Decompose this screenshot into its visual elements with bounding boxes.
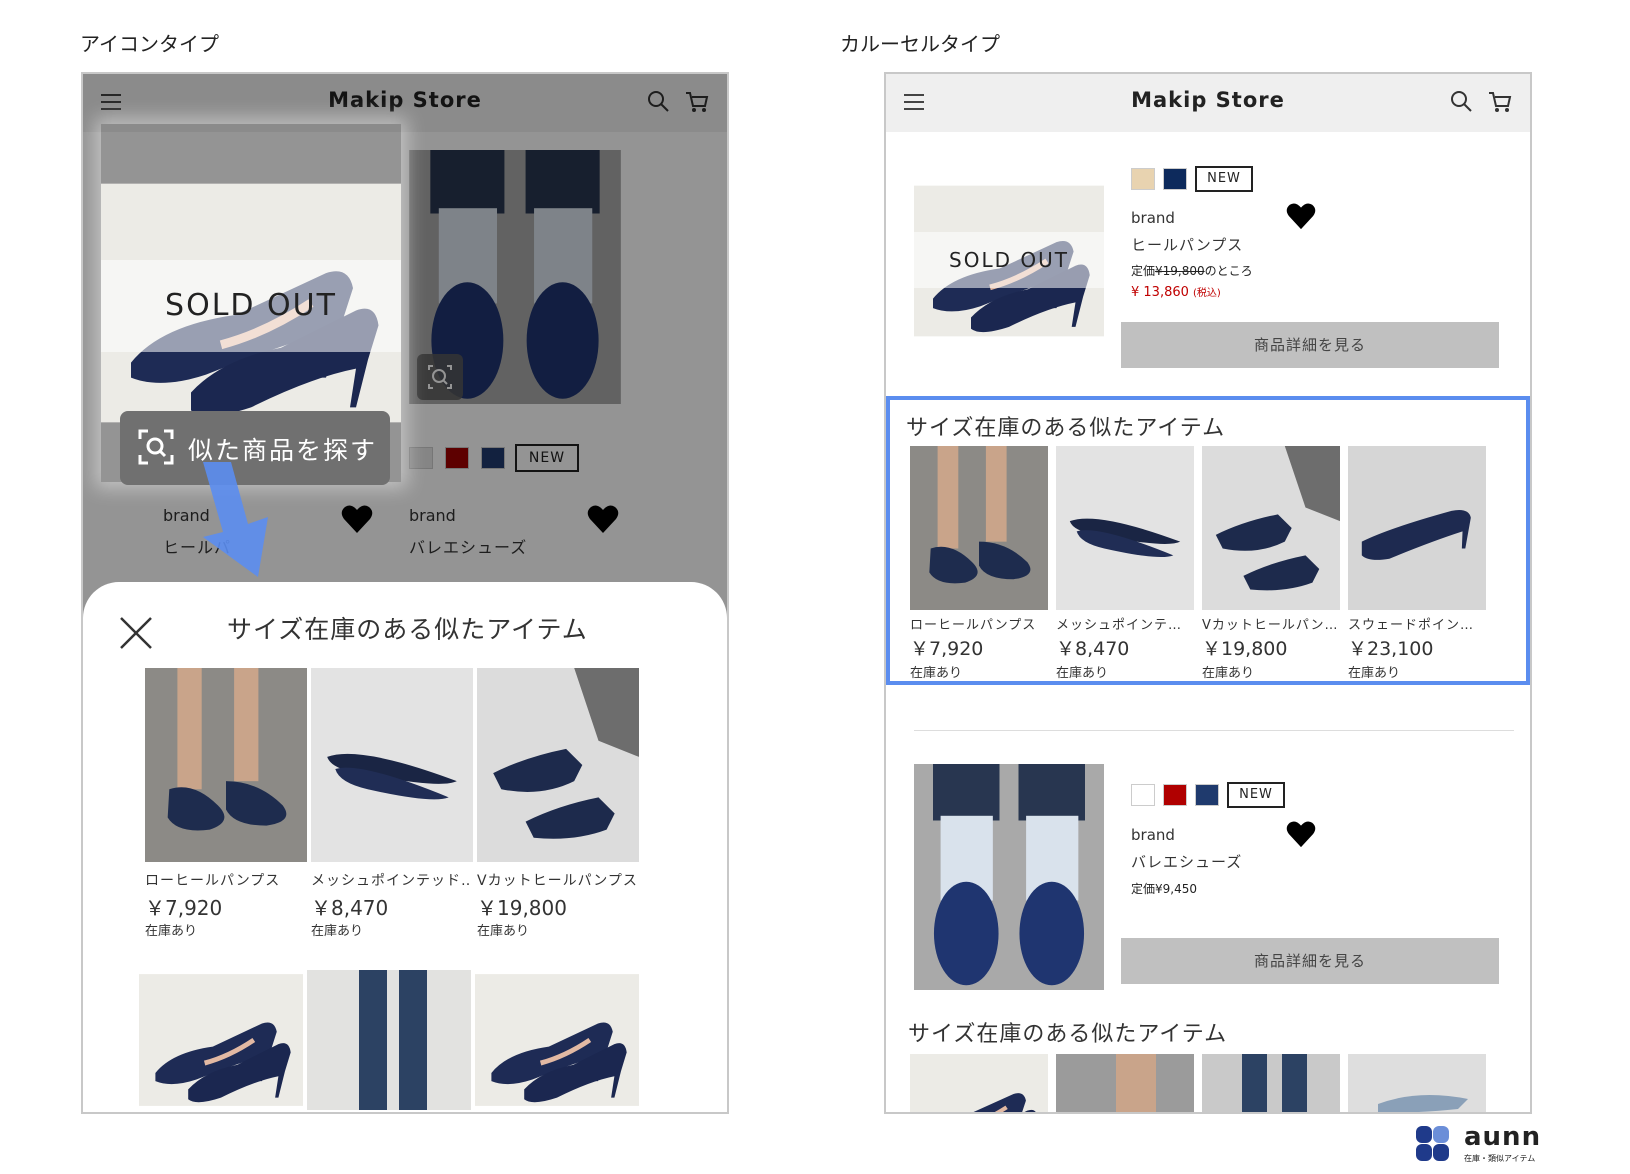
item-image[interactable] [477,668,639,862]
item-price: ￥8,470 [311,896,389,920]
product-image-ballet[interactable] [914,764,1104,990]
arrow-icon [203,462,268,577]
carousel-item-price: ￥23,100 [1348,638,1434,660]
list-price: 定価¥9,450 [1131,882,1197,896]
item-stock: 在庫あり [477,924,530,939]
product-name: ヒールパンプス [1131,236,1244,254]
favorite-heart-icon[interactable] [1286,202,1316,230]
brand-label: brand [1131,826,1175,844]
sale-price: ¥ 13,860 (税込) [1131,285,1221,300]
new-badge: NEW [1195,166,1253,192]
carousel-item-image[interactable] [1348,446,1486,610]
logo-word: aunn [1464,1122,1542,1152]
item-image[interactable] [145,668,307,862]
item-stock: 在庫あり [311,924,364,939]
sheet-title: サイズ在庫のある似たアイテム [227,615,588,644]
carousel-item-image[interactable] [910,446,1048,610]
carousel-item-price: ￥8,470 [1056,638,1130,660]
new-badge: NEW [1227,782,1285,808]
carousel-item-image[interactable] [1202,446,1340,610]
carousel-title: サイズ在庫のある似たアイテム [906,416,1226,441]
color-swatch[interactable] [1131,784,1155,806]
carousel-item-stock: 在庫あり [1202,666,1255,681]
carousel-item-name[interactable]: Vカットヒールパン… [1202,614,1342,633]
item-image[interactable] [311,668,473,862]
close-icon[interactable] [119,616,153,650]
item-image[interactable] [307,970,471,1110]
section-divider [914,730,1514,731]
icon-type-phone: Makip Store NEW brand ヒールパ brand バレエシューズ… [81,72,729,1114]
left-caption: アイコンタイプ [80,32,219,56]
carousel-item-name[interactable]: スウェードポイン… [1348,614,1488,633]
brand-label: brand [1131,209,1175,227]
carousel-item-stock: 在庫あり [1056,666,1109,681]
logo-sub: 在庫・類似アイテム [1464,1154,1536,1163]
carousel-item-image[interactable] [1056,1054,1194,1112]
carousel-item-image[interactable] [1348,1054,1486,1112]
carousel-item-image[interactable] [1056,446,1194,610]
item-name[interactable]: メッシュポインテッド… [311,870,471,890]
similar-items-sheet: サイズ在庫のある似たアイテム ローヒールパンプス ￥7,920 在庫あり メッシ… [83,582,727,1112]
carousel-item-image[interactable] [910,1054,1048,1114]
item-image[interactable] [475,970,639,1110]
item-name[interactable]: ローヒールパンプス [145,870,305,890]
item-image[interactable] [139,970,303,1110]
item-price: ￥7,920 [145,896,223,920]
color-swatch[interactable] [1131,168,1155,190]
item-name[interactable]: Vカットヒールパンプス [477,870,637,890]
right-caption: カルーセルタイプ [840,32,1000,56]
carousel-type-phone: Makip Store SOLD OUT NEW brand ヒールパンプス 定… [884,72,1532,1114]
cart-icon[interactable] [1488,90,1512,114]
product-name: バレエシューズ [1131,853,1243,871]
carousel-item-price: ￥7,920 [910,638,984,660]
carousel-item-price: ￥19,800 [1202,638,1288,660]
color-swatch[interactable] [1195,784,1219,806]
similar-items-carousel: サイズ在庫のある似たアイテム ローヒールパンプス ￥7,920 在庫あり メッシ… [886,396,1530,685]
sold-out-label: SOLD OUT [101,260,401,352]
sold-out-label: SOLD OUT [914,232,1104,288]
aunn-mark-icon [1416,1126,1449,1161]
item-price: ￥19,800 [477,896,567,920]
product-detail-button[interactable]: 商品詳細を見る [1121,322,1499,368]
carousel-item-stock: 在庫あり [910,666,963,681]
item-stock: 在庫あり [145,924,198,939]
product-detail-button[interactable]: 商品詳細を見る [1121,938,1499,984]
scan-search-icon [138,429,174,465]
carousel-item-name[interactable]: ローヒールパンプス [910,614,1050,633]
carousel-title: サイズ在庫のある似たアイテム [908,1022,1228,1047]
store-header: Makip Store [886,74,1530,132]
search-icon[interactable] [1450,90,1472,112]
color-swatch[interactable] [1163,168,1187,190]
carousel-item-stock: 在庫あり [1348,666,1401,681]
list-price: 定価¥19,800のところ [1131,264,1253,278]
carousel-item-name[interactable]: メッシュポインテ… [1056,614,1196,633]
favorite-heart-icon[interactable] [1286,820,1316,848]
aunn-logo: aunn 在庫・類似アイテム [1416,1122,1546,1166]
store-title: Makip Store [1131,88,1285,112]
carousel-item-image[interactable] [1202,1054,1340,1112]
color-swatch[interactable] [1163,784,1187,806]
